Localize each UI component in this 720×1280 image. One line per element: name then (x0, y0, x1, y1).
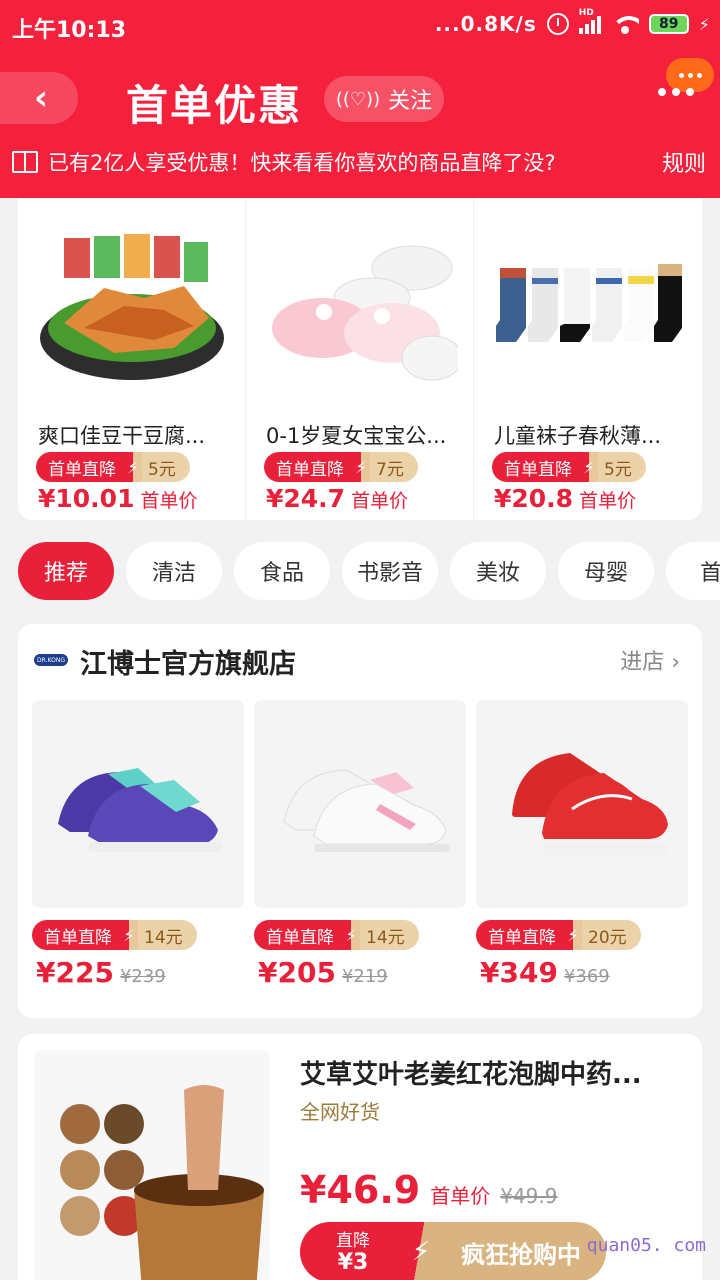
discount-badge: 首单直降 ⚡ 14元 (32, 920, 197, 950)
buy-now-button[interactable]: 直降 ¥3 ⚡ 疯狂抢购中 (300, 1222, 606, 1280)
product-image (476, 700, 688, 908)
store-card: DR.KONG 江博士官方旗舰店 进店 › 首单直降 ⚡ 14元 ¥225 ¥2… (18, 624, 702, 1018)
bolt-icon: ⚡ (406, 1222, 436, 1280)
gift-icon (12, 151, 38, 173)
product-name: 0-1岁夏女宝宝公... (266, 424, 447, 448)
red-sneakers-image (512, 753, 668, 855)
discount-badge: 首单直降 ⚡ 5元 (36, 452, 190, 482)
discount-badge: 首单直降 ⚡ 20元 (476, 920, 641, 950)
bolt-icon: ⚡ (342, 920, 360, 950)
store-name[interactable]: 江博士官方旗舰店 (80, 642, 296, 681)
bolt-icon: ⚡ (580, 452, 598, 482)
hd-label: HD (578, 8, 594, 18)
product-price: ¥225 ¥239 (36, 956, 166, 989)
enter-store-link[interactable]: 进店 › (620, 644, 680, 676)
status-bar: 上午10:13 ...0.8K/s HD 89 ⚡ (0, 0, 720, 52)
featured-subtitle: 全网好货 (300, 1100, 380, 1124)
tab-jewelry[interactable]: 首饰 (666, 542, 720, 600)
watermark: quan05. com (586, 1235, 706, 1256)
follow-button[interactable]: ((♡)) 关注 (324, 76, 444, 122)
header: 上午10:13 ...0.8K/s HD 89 ⚡ ‹ 首单优惠 ((♡)) 关… (0, 0, 720, 198)
price-cut: 直降 ¥3 (300, 1222, 406, 1280)
page-title: 首单优惠 (126, 81, 303, 130)
top-product-cards: 爽口佳豆干豆腐... 首单直降 ⚡ 5元 ¥10.01 首单价 0-1岁夏女宝宝… (18, 198, 702, 520)
tab-beauty[interactable]: 美妆 (450, 542, 546, 600)
battery-icon: 89 (648, 14, 689, 34)
signal-icon: HD (578, 8, 601, 34)
product-price: ¥20.8 首单价 (494, 484, 637, 513)
product-image (254, 700, 466, 908)
product-image (32, 700, 244, 908)
promo-text: 已有2亿人享受优惠！快来看看你喜欢的商品直降了没? (48, 151, 556, 175)
bolt-icon: ⚡ (124, 452, 142, 482)
baby-shoes-image (262, 228, 458, 398)
discount-badge: 首单直降 ⚡ 14元 (254, 920, 419, 950)
follow-label: 关注 (388, 89, 433, 114)
tofu-snack-image (40, 234, 224, 380)
back-button[interactable]: ‹ (0, 72, 78, 124)
wifi-icon (610, 14, 639, 34)
buy-label: 疯狂抢购中 (436, 1222, 606, 1280)
tab-cleaning[interactable]: 清洁 (126, 542, 222, 600)
category-tabs: 推荐 清洁 食品 书影音 美妆 母婴 首饰 (0, 542, 720, 602)
rules-link[interactable]: 规则 (662, 146, 706, 178)
store-logo: DR.KONG (34, 654, 68, 666)
charging-icon: ⚡ (698, 14, 710, 34)
store-product[interactable]: 首单直降 ⚡ 20元 ¥349 ¥369 (476, 700, 688, 1000)
status-time: 上午10:13 (12, 18, 127, 43)
bolt-icon: ⚡ (564, 920, 582, 950)
product-card[interactable]: 0-1岁夏女宝宝公... 首单直降 ⚡ 7元 ¥24.7 首单价 (246, 198, 474, 520)
product-price: ¥10.01 首单价 (38, 484, 198, 513)
more-icon[interactable] (658, 88, 694, 96)
store-product[interactable]: 首单直降 ⚡ 14元 ¥205 ¥219 (254, 700, 466, 1000)
product-price: ¥349 ¥369 (480, 956, 610, 989)
tab-food[interactable]: 食品 (234, 542, 330, 600)
bolt-icon: ⚡ (352, 452, 370, 482)
network-speed: ...0.8K/s (434, 12, 537, 36)
discount-badge: 首单直降 ⚡ 7元 (264, 452, 418, 482)
promo-bar: 已有2亿人享受优惠！快来看看你喜欢的商品直降了没? 规则 (0, 140, 720, 184)
product-price: ¥24.7 首单价 (266, 484, 409, 513)
discount-badge: 首单直降 ⚡ 5元 (492, 452, 646, 482)
kids-socks-image (490, 228, 686, 398)
store-product[interactable]: 首单直降 ⚡ 14元 ¥225 ¥239 (32, 700, 244, 1000)
product-name: 爽口佳豆干豆腐... (38, 424, 206, 448)
product-card[interactable]: 儿童袜子春秋薄... 首单直降 ⚡ 5元 ¥20.8 首单价 (474, 198, 702, 520)
heart-signal-icon: ((♡)) (335, 88, 381, 110)
featured-price: ¥46.9 首单价 ¥49.9 (300, 1168, 558, 1212)
foot-soak-image (34, 1050, 270, 1280)
store-products: 首单直降 ⚡ 14元 ¥225 ¥239 首单直降 ⚡ 14元 ¥205 ¥21… (32, 700, 688, 1000)
bolt-icon: ⚡ (120, 920, 138, 950)
purple-sneakers-image (58, 768, 222, 852)
tab-recommend[interactable]: 推荐 (18, 542, 114, 600)
featured-title: 艾草艾叶老姜红花泡脚中药... (300, 1060, 642, 1090)
tab-books-media[interactable]: 书影音 (342, 542, 438, 600)
product-name: 儿童袜子春秋薄... (494, 424, 662, 448)
product-card[interactable]: 爽口佳豆干豆腐... 首单直降 ⚡ 5元 ¥10.01 首单价 (18, 198, 246, 520)
alarm-icon (546, 13, 569, 35)
status-icons: ...0.8K/s HD 89 ⚡ (434, 8, 710, 36)
chevron-left-icon: ‹ (33, 78, 48, 118)
white-pink-sneakers-image (283, 769, 450, 852)
tab-mother-baby[interactable]: 母婴 (558, 542, 654, 600)
product-price: ¥205 ¥219 (258, 956, 388, 989)
message-bubble-icon[interactable] (666, 58, 714, 92)
